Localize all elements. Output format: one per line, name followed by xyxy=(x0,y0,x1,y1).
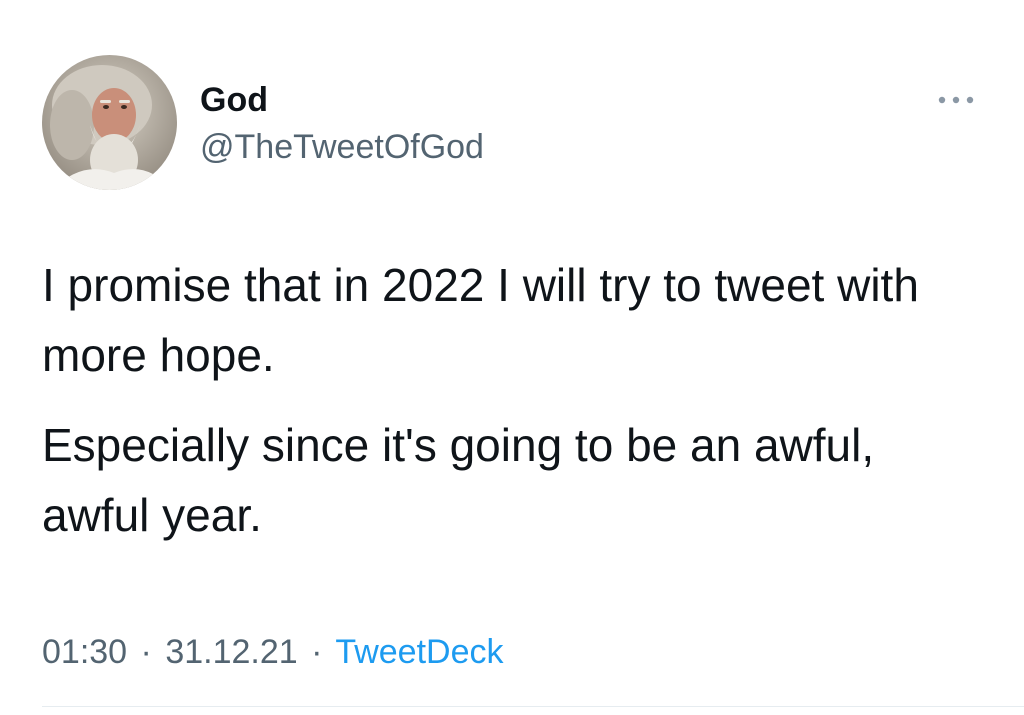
tweet-meta: 01:30 · 31.12.21 · TweetDeck xyxy=(42,630,504,674)
tweet-date[interactable]: 31.12.21 xyxy=(165,633,297,671)
avatar[interactable] xyxy=(42,55,177,190)
tweet-text: I promise that in 2022 I will try to twe… xyxy=(42,250,982,570)
meta-separator: · xyxy=(140,633,152,671)
tweet-paragraph: Especially since it's going to be an awf… xyxy=(42,419,875,541)
bearded-man-avatar-icon xyxy=(42,55,177,190)
meta-separator: · xyxy=(311,633,323,671)
tweet-source-link[interactable]: TweetDeck xyxy=(335,633,503,671)
more-horizontal-icon xyxy=(938,96,974,104)
author-handle[interactable]: @TheTweetOfGod xyxy=(200,127,484,167)
more-options-button[interactable] xyxy=(932,86,980,114)
tweet-time[interactable]: 01:30 xyxy=(42,633,127,671)
tweet-paragraph: I promise that in 2022 I will try to twe… xyxy=(42,259,919,381)
divider xyxy=(42,706,1024,707)
author-display-name[interactable]: God xyxy=(200,80,268,120)
tweet-card: God @TheTweetOfGod I promise that in 202… xyxy=(0,0,1024,715)
